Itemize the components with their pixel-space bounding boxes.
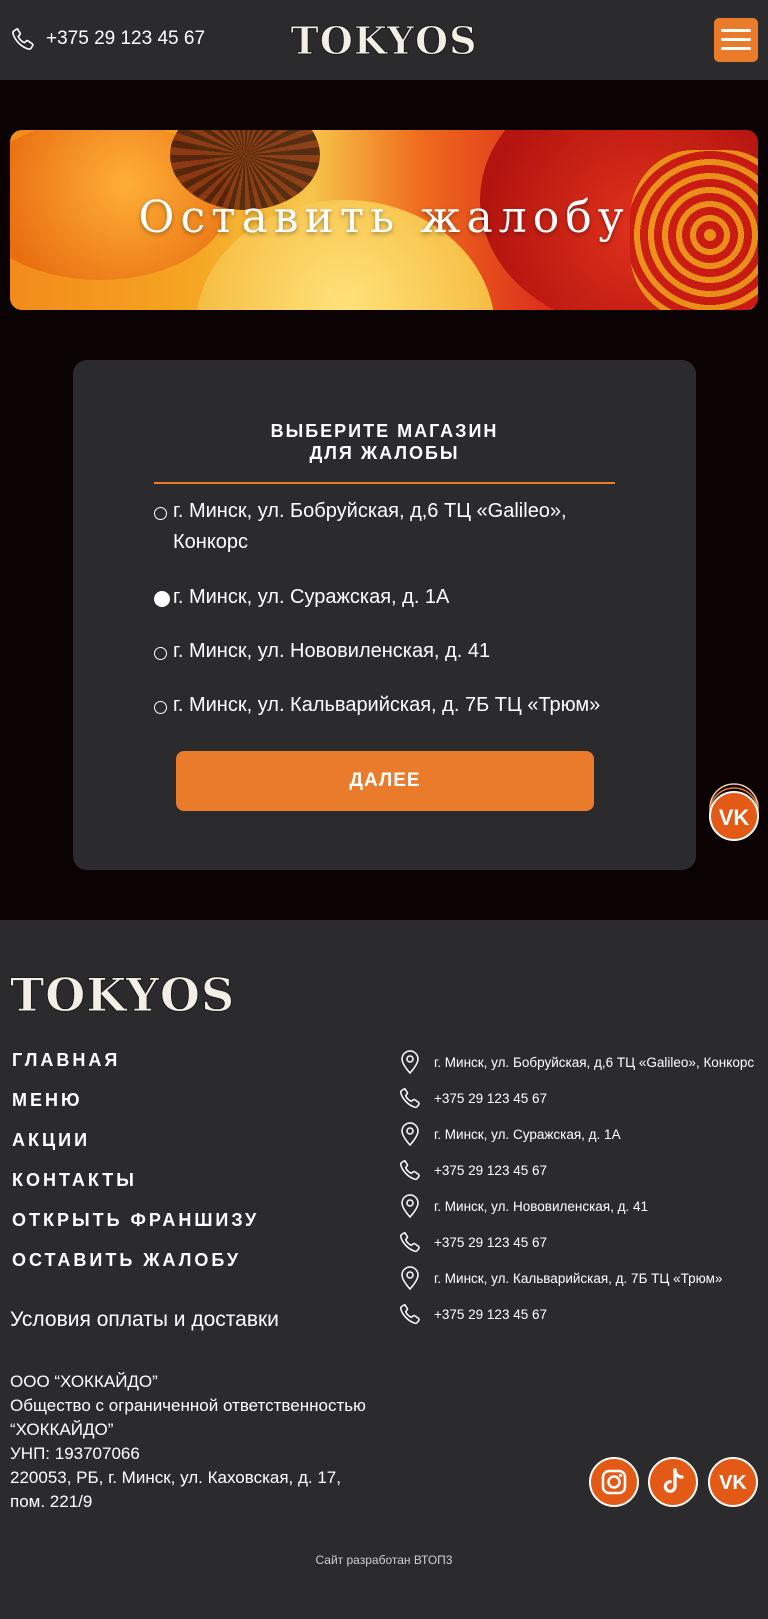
page-title: Оставить жалобу — [138, 192, 630, 243]
radio-button[interactable] — [154, 507, 167, 520]
page-banner: Оставить жалобу — [10, 130, 758, 310]
radio-button[interactable] — [154, 647, 167, 660]
radio-button[interactable] — [154, 701, 167, 714]
phone-icon — [399, 1087, 420, 1109]
svg-text:VK: VK — [719, 1472, 747, 1494]
contact-address[interactable]: г. Минск, ул. Нововиленская, д. 41 — [398, 1192, 648, 1220]
svg-text:VK: VK — [719, 805, 750, 830]
radio-button-selected[interactable] — [154, 591, 170, 607]
contact-phone[interactable]: +375 29 123 45 67 — [398, 1228, 547, 1256]
phone-icon — [399, 1231, 420, 1253]
footer-nav-contacts[interactable]: КОНТАКТЫ — [12, 1170, 137, 1191]
store-option[interactable]: г. Минск, ул. Бобруйская, д,6 ТЦ «Galile… — [154, 496, 634, 558]
phone-icon — [399, 1159, 420, 1181]
location-icon — [401, 1122, 419, 1147]
phone-icon[interactable] — [10, 26, 36, 52]
location-icon — [401, 1194, 419, 1219]
store-option[interactable]: г. Минск, ул. Нововиленская, д. 41 — [154, 636, 634, 667]
complaint-store-form: ВЫБЕРИТЕ МАГАЗИН ДЛЯ ЖАЛОБЫ г. Минск, ул… — [73, 360, 696, 870]
contact-phone[interactable]: +375 29 123 45 67 — [398, 1156, 547, 1184]
contact-address[interactable]: г. Минск, ул. Суражская, д. 1А — [398, 1120, 621, 1148]
footer-nav-menu[interactable]: МЕНЮ — [12, 1090, 83, 1111]
footer-nav-complaint[interactable]: ОСТАВИТЬ ЖАЛОБУ — [12, 1250, 241, 1271]
store-option[interactable]: г. Минск, ул. Кальварийская, д. 7Б ТЦ «Т… — [154, 690, 634, 721]
tiktok-icon[interactable] — [648, 1457, 698, 1507]
contact-phone[interactable]: +375 29 123 45 67 — [398, 1084, 547, 1112]
form-heading: ВЫБЕРИТЕ МАГАЗИН ДЛЯ ЖАЛОБЫ — [270, 421, 499, 463]
site-logo[interactable]: TOKYOS — [290, 17, 477, 63]
store-option[interactable]: г. Минск, ул. Суражская, д. 1А — [154, 582, 634, 613]
contact-address[interactable]: г. Минск, ул. Бобруйская, д,6 ТЦ «Galile… — [398, 1048, 754, 1076]
vk-floating-icon[interactable]: VK — [708, 782, 760, 842]
contact-phone[interactable]: +375 29 123 45 67 — [398, 1300, 547, 1328]
vk-icon[interactable]: VK — [708, 1457, 758, 1507]
site-header: +375 29 123 45 67 TOKYOS — [0, 0, 768, 80]
footer-nav-home[interactable]: ГЛАВНАЯ — [12, 1050, 120, 1071]
site-footer: TOKYOS ГЛАВНАЯ МЕНЮ АКЦИИ КОНТАКТЫ ОТКРЫ… — [0, 920, 768, 1619]
heading-divider — [154, 482, 615, 484]
location-icon — [401, 1050, 419, 1075]
developer-credit[interactable]: Сайт разработан ВТОП3 — [0, 1553, 768, 1567]
contact-address[interactable]: г. Минск, ул. Кальварийская, д. 7Б ТЦ «Т… — [398, 1264, 722, 1292]
footer-nav-promotions[interactable]: АКЦИИ — [12, 1130, 90, 1151]
next-button[interactable]: ДАЛЕЕ — [176, 751, 594, 811]
location-icon — [401, 1266, 419, 1291]
instagram-icon[interactable] — [589, 1457, 639, 1507]
phone-icon — [399, 1303, 420, 1325]
terms-link[interactable]: Условия оплаты и доставки — [10, 1308, 279, 1332]
footer-logo[interactable]: TOKYOS — [9, 968, 234, 1023]
header-phone-link[interactable]: +375 29 123 45 67 — [46, 28, 205, 50]
hamburger-menu-icon[interactable] — [714, 18, 758, 62]
company-details: ООО “ХОККАЙДО” Общество с ограниченной о… — [10, 1372, 366, 1511]
footer-nav-franchise[interactable]: ОТКРЫТЬ ФРАНШИЗУ — [12, 1210, 259, 1231]
